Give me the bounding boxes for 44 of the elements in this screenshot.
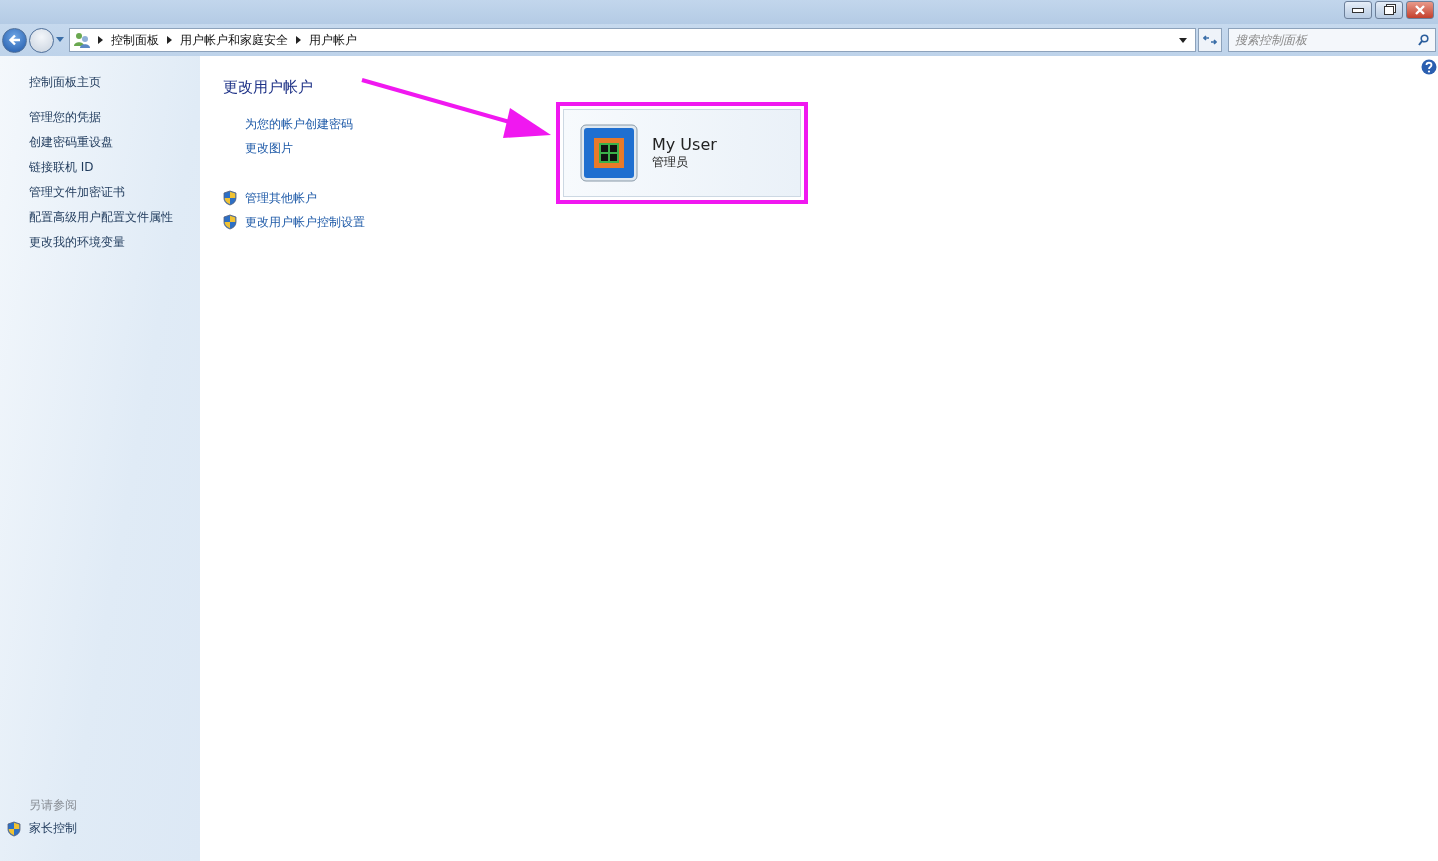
- chevron-icon[interactable]: [296, 36, 301, 44]
- sidebar-link[interactable]: 管理文件加密证书: [29, 180, 125, 205]
- shield-icon: [223, 190, 237, 206]
- refresh-button[interactable]: [1198, 28, 1222, 52]
- user-role: 管理员: [652, 154, 689, 171]
- refresh-icon: [1203, 34, 1217, 46]
- user-name: My User: [652, 135, 717, 154]
- search-field[interactable]: 搜索控制面板: [1235, 33, 1414, 47]
- help-icon[interactable]: [1421, 59, 1437, 75]
- sidebar-link[interactable]: 更改我的环境变量: [29, 230, 125, 255]
- breadcrumb[interactable]: 控制面板: [111, 31, 159, 49]
- page-heading: 更改用户帐户: [223, 78, 313, 97]
- breadcrumb[interactable]: 用户帐户和家庭安全: [180, 31, 288, 49]
- task-link[interactable]: 更改用户帐户控制设置: [245, 213, 365, 231]
- close-icon: [1414, 5, 1426, 15]
- account-tile[interactable]: My User 管理员: [563, 109, 801, 197]
- sidebar-link[interactable]: 控制面板主页: [29, 70, 101, 95]
- users-icon: [74, 32, 90, 48]
- back-button[interactable]: [2, 27, 27, 53]
- forward-button[interactable]: [29, 27, 54, 53]
- sidebar-link[interactable]: 管理您的凭据: [29, 105, 101, 130]
- search-box[interactable]: 搜索控制面板: [1228, 28, 1436, 52]
- breadcrumb[interactable]: 用户帐户: [309, 31, 357, 49]
- sidebar-link[interactable]: 配置高级用户配置文件属性: [29, 205, 173, 230]
- chevron-icon[interactable]: [98, 36, 103, 44]
- back-arrow-icon: [7, 33, 22, 47]
- restore-button[interactable]: [1375, 1, 1403, 19]
- dropdown-icon[interactable]: [1179, 37, 1187, 43]
- sidebar-link[interactable]: 家长控制: [29, 816, 77, 841]
- history-dropdown-icon[interactable]: [56, 37, 64, 43]
- sidebar-link[interactable]: 链接联机 ID: [29, 155, 94, 180]
- avatar-icon: [580, 124, 638, 182]
- task-link[interactable]: 管理其他帐户: [245, 189, 317, 207]
- task-link[interactable]: 为您的帐户创建密码: [245, 115, 353, 133]
- search-icon: [1418, 34, 1429, 46]
- task-link[interactable]: 更改图片: [245, 139, 293, 157]
- minimize-button[interactable]: [1344, 1, 1372, 19]
- chevron-icon[interactable]: [167, 36, 172, 44]
- shield-icon: [223, 214, 237, 230]
- see-also-heading: 另请参阅: [28, 797, 77, 814]
- close-button[interactable]: [1406, 1, 1434, 19]
- address-bar[interactable]: 控制面板 用户帐户和家庭安全 用户帐户: [69, 28, 1196, 52]
- sidebar-link[interactable]: 创建密码重设盘: [29, 130, 113, 155]
- shield-icon: [7, 820, 21, 837]
